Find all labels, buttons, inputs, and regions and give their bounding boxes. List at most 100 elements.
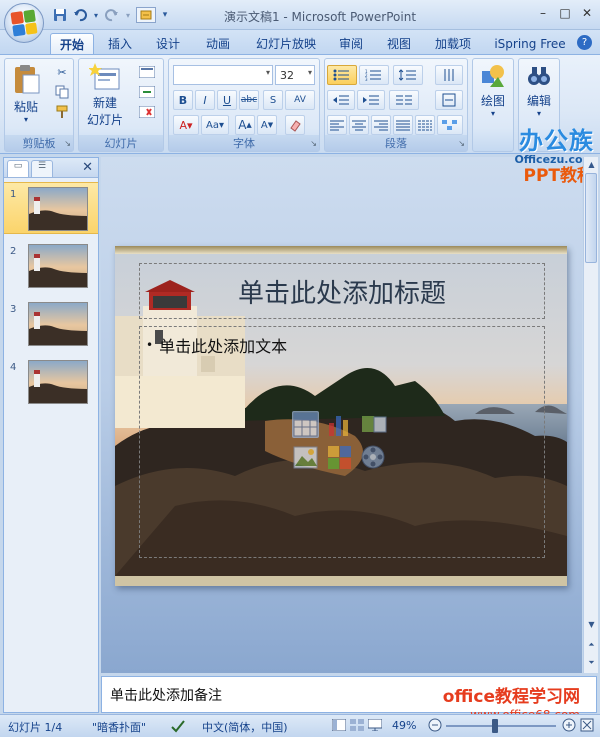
- insert-smartart-icon[interactable]: [360, 411, 387, 438]
- grow-font-button[interactable]: A ▲: [235, 115, 255, 135]
- scroll-down-icon[interactable]: ▼: [584, 617, 599, 632]
- zoom-slider-handle[interactable]: [492, 719, 498, 733]
- font-dialog-launcher-icon[interactable]: ↘: [310, 139, 317, 148]
- smartart-button[interactable]: [437, 115, 463, 135]
- zoom-level[interactable]: 49%: [392, 719, 416, 732]
- previous-slide-icon[interactable]: ⏶: [584, 637, 599, 652]
- insert-table-icon[interactable]: [292, 411, 319, 438]
- columns-button[interactable]: [389, 90, 419, 110]
- reset-icon[interactable]: [135, 83, 159, 101]
- thumbnail-2[interactable]: 2: [4, 240, 98, 292]
- slides-tab[interactable]: ☰: [31, 160, 53, 177]
- tab-addins[interactable]: 加载项: [428, 33, 478, 54]
- tab-review[interactable]: 审阅: [332, 33, 370, 54]
- slideshow-view-icon[interactable]: [367, 718, 383, 734]
- font-name-dropdown-icon[interactable]: ▾: [266, 68, 270, 77]
- font-name-combo[interactable]: ▾: [173, 65, 273, 85]
- scroll-up-icon[interactable]: ▲: [584, 157, 599, 172]
- insert-media-icon[interactable]: [360, 444, 387, 471]
- distributed-button[interactable]: [415, 115, 435, 135]
- columns-icon: [396, 95, 412, 105]
- dialog-launcher-icon[interactable]: ↘: [64, 139, 71, 148]
- line-spacing-button[interactable]: [393, 65, 423, 85]
- paragraph-dialog-launcher-icon[interactable]: ↘: [458, 139, 465, 148]
- paste-label: 粘贴: [13, 100, 38, 114]
- cut-icon[interactable]: ✂: [53, 63, 71, 81]
- zoom-slider-track[interactable]: [446, 725, 556, 727]
- thumbnail-1[interactable]: 1: [4, 182, 98, 234]
- zoom-in-icon[interactable]: [562, 718, 576, 735]
- tab-home[interactable]: 开始: [50, 33, 94, 54]
- maximize-button[interactable]: □: [556, 4, 574, 22]
- align-right-button[interactable]: [371, 115, 391, 135]
- insert-picture-icon[interactable]: [292, 444, 319, 471]
- thumbnail-3[interactable]: 3: [4, 298, 98, 350]
- paste-button[interactable]: 粘贴 ▾: [9, 63, 43, 124]
- paste-dropdown-icon[interactable]: ▾: [9, 115, 43, 124]
- align-text-button[interactable]: [435, 90, 463, 110]
- office-button[interactable]: [4, 3, 44, 43]
- shrink-font-button[interactable]: A ▼: [257, 115, 277, 135]
- thumbnail-image: [28, 187, 88, 231]
- text-direction-button[interactable]: [435, 65, 463, 85]
- body-placeholder[interactable]: • 单击此处添加文本: [139, 326, 545, 558]
- char-spacing-button[interactable]: AV: [285, 90, 315, 110]
- justify-button[interactable]: [393, 115, 413, 135]
- help-icon[interactable]: ?: [577, 35, 592, 50]
- theme-name[interactable]: "暗香扑面": [92, 719, 146, 735]
- pane-close-icon[interactable]: ✕: [82, 160, 93, 175]
- shadow-button[interactable]: S: [263, 90, 283, 110]
- drawing-dropdown-icon[interactable]: ▾: [475, 109, 511, 118]
- zoom-out-icon[interactable]: [428, 718, 442, 735]
- thumbnail-4[interactable]: 4: [4, 356, 98, 408]
- numbering-button[interactable]: 123: [359, 65, 389, 85]
- insert-chart-icon[interactable]: [326, 411, 353, 438]
- tab-animations[interactable]: 动画: [198, 33, 238, 54]
- normal-view-icon[interactable]: [331, 718, 347, 734]
- align-left-button[interactable]: [327, 115, 347, 135]
- tab-view[interactable]: 视图: [380, 33, 418, 54]
- drawing-button[interactable]: 绘图 ▾: [475, 63, 511, 118]
- italic-button[interactable]: I: [195, 90, 215, 110]
- scroll-thumb[interactable]: [585, 173, 597, 263]
- font-size-combo[interactable]: 32 ▾: [275, 65, 315, 85]
- outline-tab[interactable]: ▭: [7, 160, 29, 177]
- title-placeholder[interactable]: 单击此处添加标题: [139, 263, 545, 319]
- minimize-button[interactable]: –: [534, 4, 552, 22]
- spell-check-icon[interactable]: [170, 719, 186, 736]
- current-slide[interactable]: 单击此处添加标题 • 单击此处添加文本: [115, 246, 567, 586]
- delete-slide-icon[interactable]: [135, 103, 159, 121]
- language-indicator[interactable]: 中文(简体，中国): [202, 719, 288, 735]
- tab-design[interactable]: 设计: [148, 33, 188, 54]
- tab-insert[interactable]: 插入: [100, 33, 140, 54]
- next-slide-icon[interactable]: ⏷: [584, 655, 599, 670]
- format-painter-icon[interactable]: [53, 103, 71, 121]
- change-case-button[interactable]: Aa▾: [201, 115, 229, 135]
- line-spacing-icon: [399, 69, 416, 81]
- editing-dropdown-icon[interactable]: ▾: [521, 109, 557, 118]
- layout-icon[interactable]: [135, 63, 159, 81]
- font-size-dropdown-icon[interactable]: ▾: [308, 68, 312, 77]
- vertical-scrollbar[interactable]: ▲ ▼ ⏶ ⏷: [583, 157, 598, 673]
- clear-formatting-button[interactable]: [285, 115, 305, 135]
- tab-slideshow[interactable]: 幻灯片放映: [250, 33, 322, 54]
- editing-button[interactable]: 编辑 ▾: [521, 63, 557, 118]
- new-slide-button[interactable]: 新建 幻灯片: [83, 63, 127, 128]
- increase-indent-button[interactable]: [357, 90, 385, 110]
- slide-sorter-icon[interactable]: [350, 719, 364, 734]
- increase-indent-icon: [363, 95, 379, 105]
- copy-icon[interactable]: [53, 83, 71, 101]
- font-color-button[interactable]: A▾: [173, 115, 199, 135]
- align-center-button[interactable]: [349, 115, 369, 135]
- insert-clipart-icon[interactable]: [326, 444, 353, 471]
- bullets-button[interactable]: [327, 65, 357, 85]
- strikethrough-button[interactable]: abc: [239, 90, 259, 110]
- underline-button[interactable]: U: [217, 90, 237, 110]
- close-button[interactable]: ✕: [578, 4, 596, 22]
- thumbnail-number: 4: [10, 362, 17, 373]
- bold-button[interactable]: B: [173, 90, 193, 110]
- title-bar: ▾ ▾ ▾ 演示文稿1 - Microsoft PowerPoint – □ ✕: [0, 0, 600, 30]
- tab-ispring[interactable]: iSpring Free: [488, 33, 572, 54]
- fit-window-icon[interactable]: [580, 718, 594, 735]
- decrease-indent-button[interactable]: [327, 90, 355, 110]
